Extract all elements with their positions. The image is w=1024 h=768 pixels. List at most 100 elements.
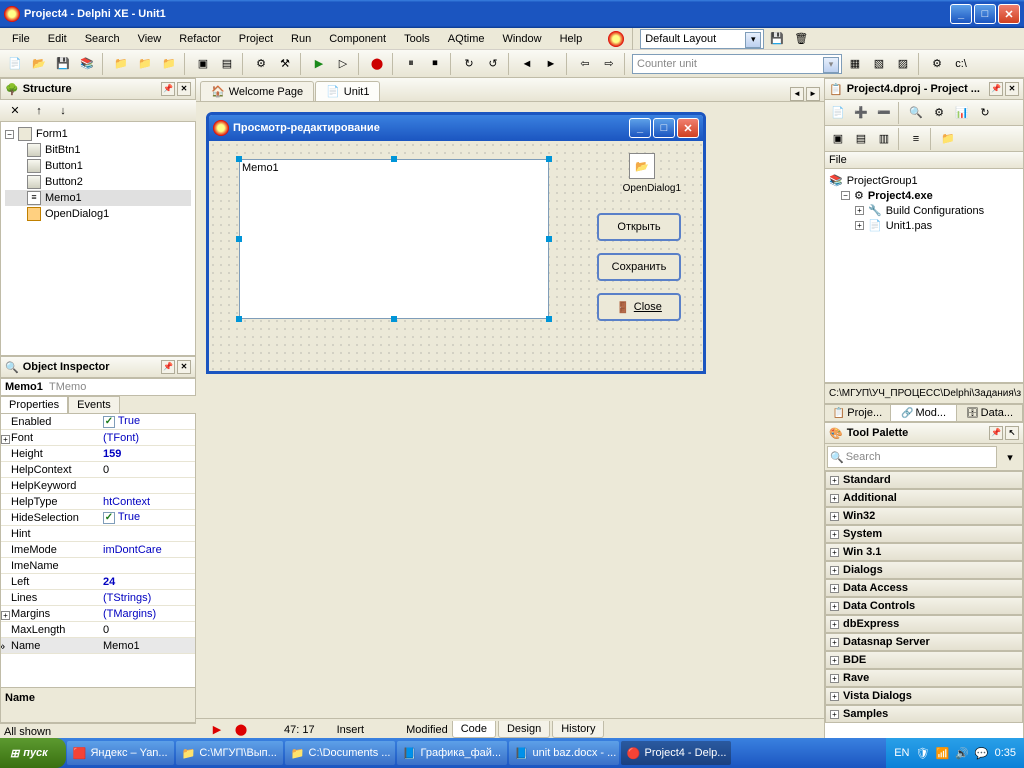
- menu-refactor[interactable]: Refactor: [171, 31, 229, 47]
- struct-tb3-icon[interactable]: ↓: [52, 100, 74, 122]
- layout-delete-icon[interactable]: 🗑: [790, 28, 812, 50]
- task-doc2[interactable]: 📘unit baz.docx - ...: [509, 741, 619, 765]
- stop-icon[interactable]: ⏹: [424, 53, 446, 75]
- task-yandex[interactable]: 🟥Яндекс – Yan...: [67, 741, 174, 765]
- layout-save-icon[interactable]: 💾: [766, 28, 788, 50]
- run-no-debug-icon[interactable]: ▷: [332, 53, 354, 75]
- tab-unit1[interactable]: 📄Unit1: [315, 81, 380, 101]
- tab-events[interactable]: Events: [68, 396, 120, 413]
- nav-left-icon[interactable]: ◄: [790, 87, 804, 101]
- pt8-icon[interactable]: ▣: [827, 128, 849, 150]
- menu-run[interactable]: Run: [283, 31, 319, 47]
- folder2-icon[interactable]: 📁: [134, 53, 156, 75]
- eval-icon[interactable]: ↺: [482, 53, 504, 75]
- design-form[interactable]: Просмотр-редактирование _ □ ✕ Memo1 📂 Op…: [206, 112, 706, 374]
- start-button[interactable]: ⊞пуск: [0, 738, 66, 768]
- open-button[interactable]: Открыть: [597, 213, 681, 241]
- menu-project[interactable]: Project: [231, 31, 281, 47]
- rtab-mod[interactable]: 🔗Mod...: [891, 405, 957, 421]
- palette-section[interactable]: +Win 3.1: [825, 543, 1023, 561]
- tb3-icon[interactable]: ▨: [892, 53, 914, 75]
- task-folder2[interactable]: 📁C:\Documents ...: [285, 741, 395, 765]
- oi-object-selector[interactable]: Memo1 TMemo: [0, 378, 196, 396]
- close-form-button[interactable]: 🚪Close: [597, 293, 681, 321]
- form-max-button[interactable]: □: [653, 118, 675, 138]
- folder-icon[interactable]: 📁: [110, 53, 132, 75]
- trace-icon[interactable]: ↻: [458, 53, 480, 75]
- tab-code[interactable]: Code: [452, 721, 496, 738]
- build-icon[interactable]: ⚒: [274, 53, 296, 75]
- menu-aqtime[interactable]: AQtime: [440, 31, 493, 47]
- palette-section[interactable]: +Samples: [825, 705, 1023, 723]
- palette-section[interactable]: +Win32: [825, 507, 1023, 525]
- pt6-icon[interactable]: 📊: [951, 102, 973, 124]
- pt7-icon[interactable]: ↻: [974, 102, 996, 124]
- struct-tb1-icon[interactable]: ✕: [4, 100, 26, 122]
- pause-icon[interactable]: ⏸: [400, 53, 422, 75]
- pt10-icon[interactable]: ▥: [873, 128, 895, 150]
- open-icon[interactable]: 📂: [28, 53, 50, 75]
- project-tree[interactable]: 📚ProjectGroup1 −⚙Project4.exe +🔧Build Co…: [825, 169, 1023, 237]
- nav2-icon[interactable]: ⇨: [598, 53, 620, 75]
- palette-section[interactable]: +Vista Dialogs: [825, 687, 1023, 705]
- tb1-icon[interactable]: ▦: [844, 53, 866, 75]
- pt2-icon[interactable]: ➕: [850, 102, 872, 124]
- tab-design[interactable]: Design: [498, 721, 550, 738]
- palette-section[interactable]: +Standard: [825, 471, 1023, 489]
- panel-close-icon[interactable]: ✕: [177, 82, 191, 96]
- save-button[interactable]: Сохранить: [597, 253, 681, 281]
- menu-search[interactable]: Search: [77, 31, 128, 47]
- form-close-button[interactable]: ✕: [677, 118, 699, 138]
- panel-close-icon[interactable]: ✕: [1005, 82, 1019, 96]
- tray-icon[interactable]: 🛡: [916, 747, 930, 760]
- pt12-icon[interactable]: 📁: [937, 128, 959, 150]
- tab-welcome[interactable]: 🏠Welcome Page: [200, 81, 314, 101]
- minimize-button[interactable]: _: [950, 4, 972, 24]
- expander-icon[interactable]: +: [855, 221, 864, 230]
- saveall-icon[interactable]: 📚: [76, 53, 98, 75]
- menu-edit[interactable]: Edit: [40, 31, 75, 47]
- maximize-button[interactable]: □: [974, 4, 996, 24]
- view-unit-icon[interactable]: ▤: [216, 53, 238, 75]
- pt11-icon[interactable]: ≡: [905, 128, 927, 150]
- menu-view[interactable]: View: [130, 31, 170, 47]
- palette-section[interactable]: +System: [825, 525, 1023, 543]
- help-icon[interactable]: [608, 31, 624, 47]
- pt9-icon[interactable]: ▤: [850, 128, 872, 150]
- menu-help[interactable]: Help: [552, 31, 591, 47]
- gear-icon[interactable]: ⚙: [926, 53, 948, 75]
- tray-icon2[interactable]: 💬: [975, 747, 989, 760]
- menu-file[interactable]: File: [4, 31, 38, 47]
- menu-tools[interactable]: Tools: [396, 31, 438, 47]
- expander-icon[interactable]: +: [855, 206, 864, 215]
- pt3-icon[interactable]: ➖: [873, 102, 895, 124]
- palette-cursor-icon[interactable]: ↖: [1005, 426, 1019, 440]
- view-form-icon[interactable]: ▣: [192, 53, 214, 75]
- back-icon[interactable]: ◄: [516, 53, 538, 75]
- palette-section[interactable]: +Dialogs: [825, 561, 1023, 579]
- palette-list[interactable]: +Standard+Additional+Win32+System+Win 3.…: [824, 471, 1024, 740]
- menu-component[interactable]: Component: [321, 31, 394, 47]
- pin-icon[interactable]: 📌: [161, 360, 175, 374]
- structure-tree[interactable]: −Form1 BitBtn1 Button1 Button2 Memo1 Ope…: [1, 122, 195, 226]
- step-over-icon[interactable]: ⬤: [366, 53, 388, 75]
- counter-combo[interactable]: Counter unit: [632, 54, 842, 74]
- pt5-icon[interactable]: ⚙: [928, 102, 950, 124]
- expander-icon[interactable]: −: [841, 191, 850, 200]
- rtab-proj[interactable]: 📋Proje...: [825, 405, 891, 421]
- pin-icon[interactable]: 📌: [989, 426, 1003, 440]
- struct-tb2-icon[interactable]: ↑: [28, 100, 50, 122]
- folder3-icon[interactable]: 📁: [158, 53, 180, 75]
- opendialog-component[interactable]: 📂: [629, 153, 655, 179]
- pin-icon[interactable]: 📌: [989, 82, 1003, 96]
- task-folder1[interactable]: 📁C:\МГУП\Вып...: [176, 741, 283, 765]
- nav-right-icon[interactable]: ►: [806, 87, 820, 101]
- palette-section[interactable]: +Rave: [825, 669, 1023, 687]
- palette-section[interactable]: +Additional: [825, 489, 1023, 507]
- rtab-data[interactable]: 🗄Data...: [957, 405, 1023, 421]
- tab-properties[interactable]: Properties: [0, 396, 68, 413]
- palette-section[interactable]: +dbExpress: [825, 615, 1023, 633]
- memo-component[interactable]: Memo1: [239, 159, 549, 319]
- expander-icon[interactable]: −: [5, 130, 14, 139]
- clock[interactable]: 0:35: [995, 747, 1016, 759]
